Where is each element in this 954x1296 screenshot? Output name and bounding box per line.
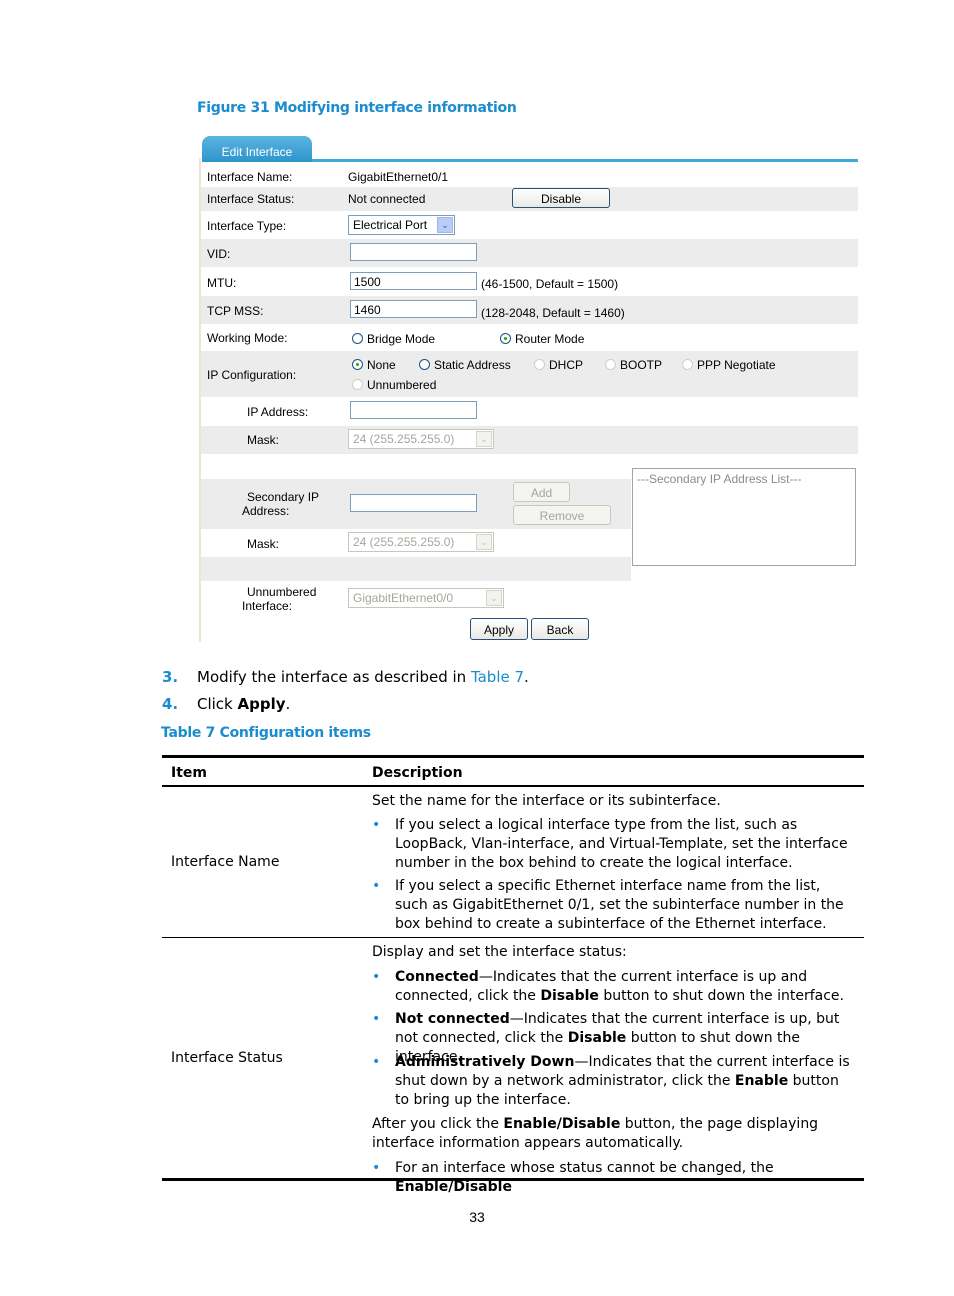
ip-address-label: IP Address: [247,405,309,419]
mask-label: Mask: [247,433,280,447]
row-ip-address: IP Address: [201,397,858,426]
tab-underline [312,159,858,162]
secondary-ip-label-1: Secondary IP [247,490,320,504]
radio-circle-icon [534,359,545,370]
mtu-input[interactable]: 1500 [350,272,477,290]
row-mask: Mask: 24 (255.255.255.0) ⌄ [201,426,858,454]
add-button[interactable]: Add [513,482,570,502]
row-interface-type: Interface Type: Electrical Port ⌄ [201,211,858,239]
chevron-down-icon: ⌄ [486,590,502,606]
vid-label: VID: [207,247,231,261]
radio-unnumbered[interactable]: Unnumbered [352,378,436,392]
row-interface-name: Interface Name: GigabitEthernet0/1 [201,165,858,187]
apply-button[interactable]: Apply [470,618,528,640]
row-unnumbered-interface: Unnumbered Interface: GigabitEthernet0/0… [201,581,631,613]
radio-selected-icon [500,333,511,344]
row-mtu: MTU: 1500 (46-1500, Default = 1500) [201,267,858,296]
row2-bullet-3: Administratively Down—Indicates that the… [372,1053,857,1110]
tcp-mss-input[interactable]: 1460 [350,300,477,318]
chevron-down-icon: ⌄ [437,217,453,233]
step-4: 4. Click Apply. [162,695,291,713]
ip-address-input[interactable] [350,401,477,419]
step-3: 3. Modify the interface as described in T… [162,668,529,686]
row-spacer-2 [201,557,631,581]
back-button[interactable]: Back [531,618,589,640]
row-spacer [201,454,631,479]
interface-type-label: Interface Type: [207,219,287,233]
unnumbered-label-1: Unnumbered [247,585,317,599]
table-bottom-rule [162,1178,864,1181]
row-tcp-mss: TCP MSS: 1460 (128-2048, Default = 1460) [201,296,858,324]
radio-selected-icon [352,359,363,370]
secondary-ip-list[interactable]: ---Secondary IP Address List--- [632,468,856,566]
radio-dhcp[interactable]: DHCP [534,358,583,372]
tcp-mss-hint: (128-2048, Default = 1460) [481,306,625,320]
radio-circle-icon [352,333,363,344]
unnumbered-interface-select[interactable]: GigabitEthernet0/0 ⌄ [348,588,504,608]
table-header-rule [162,785,864,787]
mtu-hint: (46-1500, Default = 1500) [481,277,619,291]
mask-select[interactable]: 24 (255.255.255.0) ⌄ [348,429,494,449]
edit-interface-panel: Edit Interface Interface Name: GigabitEt… [199,132,859,642]
figure-caption: Figure 31 Modifying interface informatio… [197,100,517,116]
row-vid: VID: [201,239,858,267]
interface-type-value: Electrical Port [353,218,428,232]
disable-button[interactable]: Disable [512,188,610,208]
radio-router-mode[interactable]: Router Mode [500,332,584,346]
row2-intro: Display and set the interface status: [372,944,627,960]
vid-input[interactable] [350,243,477,261]
tab-edit-interface[interactable]: Edit Interface [202,136,312,162]
secondary-ip-label-2: Address: [242,504,290,518]
chevron-down-icon: ⌄ [476,431,492,447]
remove-button[interactable]: Remove [513,505,611,525]
table-header-description: Description [372,765,463,781]
secondary-ip-input[interactable] [350,494,477,512]
interface-type-select[interactable]: Electrical Port ⌄ [348,215,455,235]
table-7-link[interactable]: Table 7 [471,668,524,686]
row-working-mode: Working Mode: Bridge Mode Router Mode [201,324,858,351]
interface-status-value: Not connected [348,192,426,206]
radio-circle-icon [352,379,363,390]
row2-bullet-1: Connected—Indicates that the current int… [372,968,857,1006]
radio-ppp-negotiate[interactable]: PPP Negotiate [682,358,776,372]
row-ip-configuration: IP Configuration: None Static Address DH… [201,351,858,397]
radio-circle-icon [682,359,693,370]
secondary-mask-select[interactable]: 24 (255.255.255.0) ⌄ [348,532,494,552]
working-mode-label: Working Mode: [207,331,288,345]
interface-name-label: Interface Name: [207,170,293,184]
unnumbered-label-2: Interface: [242,599,293,613]
row1-intro: Set the name for the interface or its su… [372,793,721,809]
radio-bridge-mode[interactable]: Bridge Mode [352,332,435,346]
radio-circle-icon [605,359,616,370]
interface-status-label: Interface Status: [207,192,295,206]
row-secondary-ip: Secondary IP Address: Add Remove [201,479,631,529]
table-caption: Table 7 Configuration items [161,725,371,741]
row1-bullet-2: If you select a specific Ethernet interf… [372,877,857,934]
page-number: 33 [469,1209,485,1225]
row1-bullet-1: If you select a logical interface type f… [372,816,857,873]
radio-bootp[interactable]: BOOTP [605,358,662,372]
tcp-mss-label: TCP MSS: [207,304,264,318]
row2-after: After you click the Enable/Disable butto… [372,1116,819,1151]
row-interface-status: Interface Status: Not connected Disable [201,187,858,211]
table-header-item: Item [171,765,207,781]
chevron-down-icon: ⌄ [476,534,492,550]
radio-circle-icon [419,359,430,370]
table-top-rule [162,755,864,758]
table-row-divider [162,937,864,938]
interface-name-value: GigabitEthernet0/1 [348,170,449,184]
radio-static-address[interactable]: Static Address [419,358,511,372]
table-row-item: Interface Name [171,854,280,870]
secondary-mask-label: Mask: [247,537,280,551]
table-row-item: Interface Status [171,1050,283,1066]
ip-configuration-label: IP Configuration: [207,368,297,382]
row-secondary-mask: Mask: 24 (255.255.255.0) ⌄ [201,529,631,557]
radio-none[interactable]: None [352,358,396,372]
mtu-label: MTU: [207,276,237,290]
